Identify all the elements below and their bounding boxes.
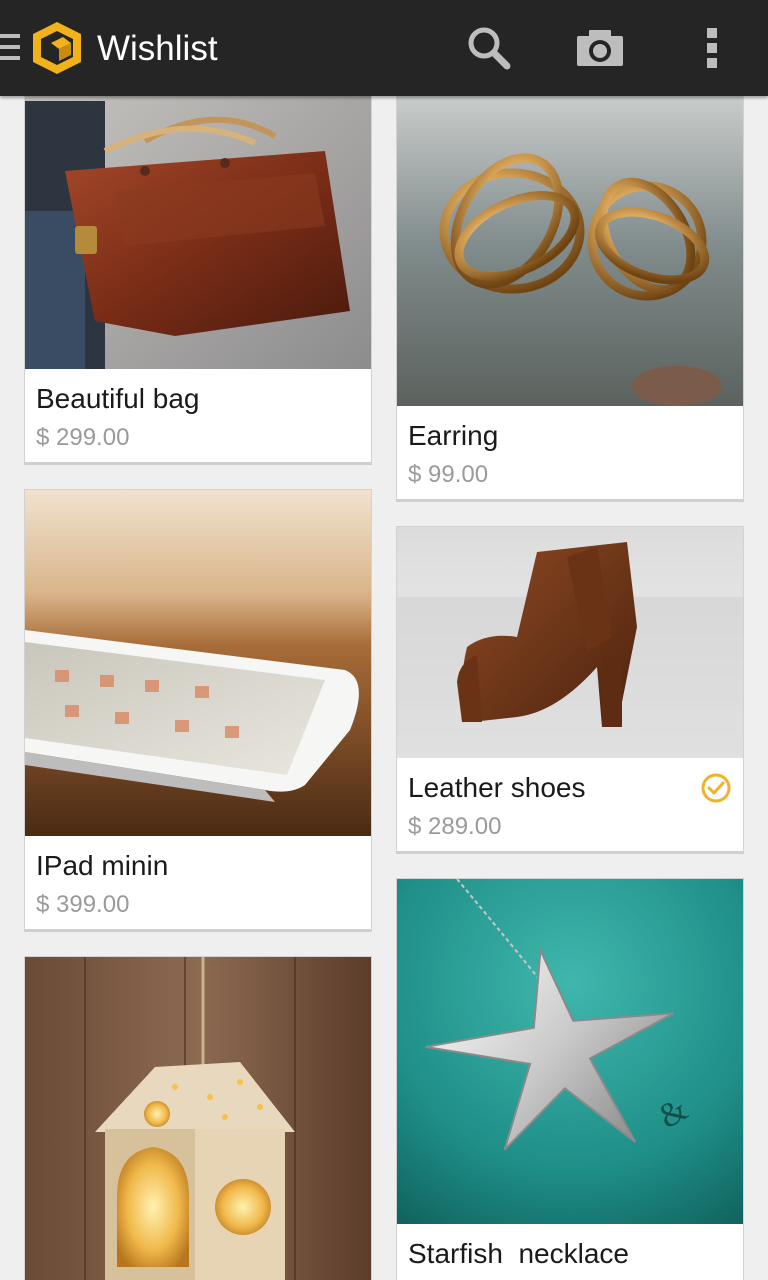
wishlist-item-card[interactable]: Leather shoes $ 289.00 <box>396 526 744 854</box>
item-price: $ 399.00 <box>36 891 130 918</box>
app-logo-icon[interactable] <box>28 19 86 77</box>
wishlist-item-card[interactable]: & Starfish necklace <box>396 878 744 1280</box>
wishlist-item-card[interactable]: Beautiful bag $ 299.00 <box>24 60 372 465</box>
purchased-check-icon[interactable] <box>700 772 732 804</box>
product-image <box>397 61 743 406</box>
overflow-menu-icon[interactable] <box>684 20 740 76</box>
camera-icon[interactable] <box>572 20 628 76</box>
item-price: $ 289.00 <box>408 813 502 840</box>
item-name: IPad minin <box>36 850 169 881</box>
item-price: $ 299.00 <box>36 424 130 451</box>
product-image <box>397 527 743 758</box>
item-name: Starfish necklace <box>408 1238 629 1269</box>
wishlist-item-card[interactable]: IPad minin $ 399.00 <box>24 489 372 932</box>
action-bar: Wishlist <box>0 0 768 96</box>
product-image <box>25 957 371 1280</box>
search-icon[interactable] <box>460 20 516 76</box>
product-image <box>25 61 371 369</box>
wishlist-item-card[interactable] <box>24 956 372 1280</box>
wishlist-item-card[interactable]: Earring $ 99.00 <box>396 60 744 502</box>
item-name: Earring <box>408 420 499 451</box>
item-name: Beautiful bag <box>36 383 200 414</box>
item-name: Leather shoes <box>408 772 586 803</box>
product-image: & <box>397 879 743 1224</box>
menu-icon[interactable] <box>0 34 20 62</box>
product-image <box>25 490 371 836</box>
app-title: Wishlist <box>97 29 218 68</box>
wishlist-grid: Beautiful bag $ 299.00 Earring $ 99.00 I… <box>0 0 768 1280</box>
item-price: $ 99.00 <box>408 461 489 488</box>
